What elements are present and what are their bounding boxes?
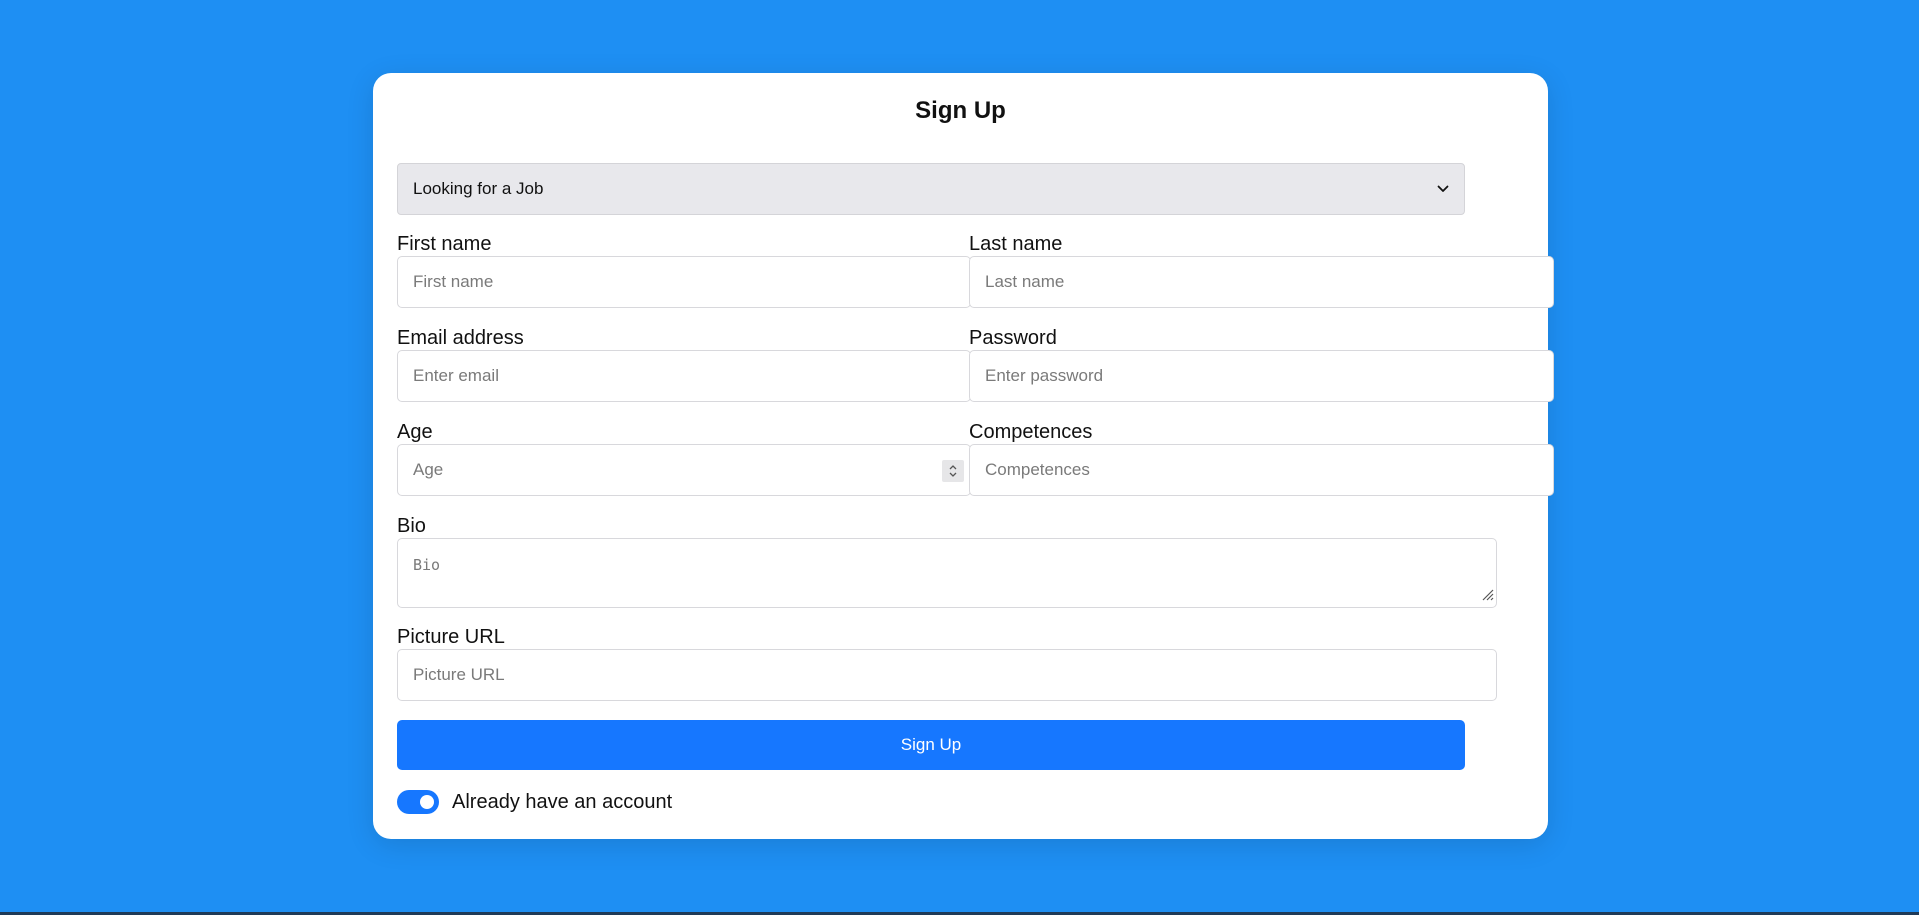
competences-label: Competences bbox=[969, 421, 1093, 443]
competences-input[interactable]: Competences bbox=[969, 444, 1554, 496]
first-name-label: First name bbox=[397, 233, 492, 255]
age-label: Age bbox=[397, 421, 433, 443]
page-title: Sign Up bbox=[915, 97, 1006, 124]
password-placeholder: Enter password bbox=[985, 366, 1104, 385]
first-name-placeholder: First name bbox=[413, 272, 494, 291]
picture-url-input[interactable]: Picture URL bbox=[397, 649, 1497, 701]
picture-url-label: Picture URL bbox=[397, 626, 505, 648]
chevron-down-icon bbox=[1437, 185, 1449, 193]
signup-card: Sign Up Looking for a Job First name Las… bbox=[373, 73, 1554, 839]
email-input[interactable]: Enter email bbox=[397, 350, 971, 402]
last-name-input[interactable]: Last name bbox=[969, 256, 1554, 308]
email-label: Email address bbox=[397, 327, 524, 349]
already-have-account-toggle[interactable] bbox=[397, 790, 439, 814]
last-name-label: Last name bbox=[969, 233, 1063, 255]
email-placeholder: Enter email bbox=[413, 366, 499, 385]
competences-placeholder: Competences bbox=[985, 460, 1090, 479]
password-label: Password bbox=[969, 327, 1057, 349]
resize-grip-icon[interactable] bbox=[1478, 585, 1494, 605]
account-type-select[interactable]: Looking for a Job bbox=[397, 163, 1465, 215]
bio-label: Bio bbox=[397, 515, 426, 537]
already-have-account-row: Already have an account bbox=[397, 789, 672, 815]
bio-placeholder: Bio bbox=[413, 556, 441, 574]
age-placeholder: Age bbox=[413, 460, 444, 479]
last-name-placeholder: Last name bbox=[985, 272, 1065, 291]
account-type-selected-value: Looking for a Job bbox=[413, 179, 544, 198]
password-input[interactable]: Enter password bbox=[969, 350, 1554, 402]
toggle-knob bbox=[420, 795, 434, 809]
number-spinner-icon[interactable] bbox=[942, 460, 964, 482]
first-name-input[interactable]: First name bbox=[397, 256, 971, 308]
bio-textarea[interactable]: Bio bbox=[397, 538, 1497, 608]
already-have-account-label: Already have an account bbox=[452, 790, 673, 813]
picture-url-placeholder: Picture URL bbox=[413, 665, 505, 684]
sign-up-button[interactable]: Sign Up bbox=[397, 720, 1465, 770]
age-input[interactable]: Age bbox=[397, 444, 971, 496]
